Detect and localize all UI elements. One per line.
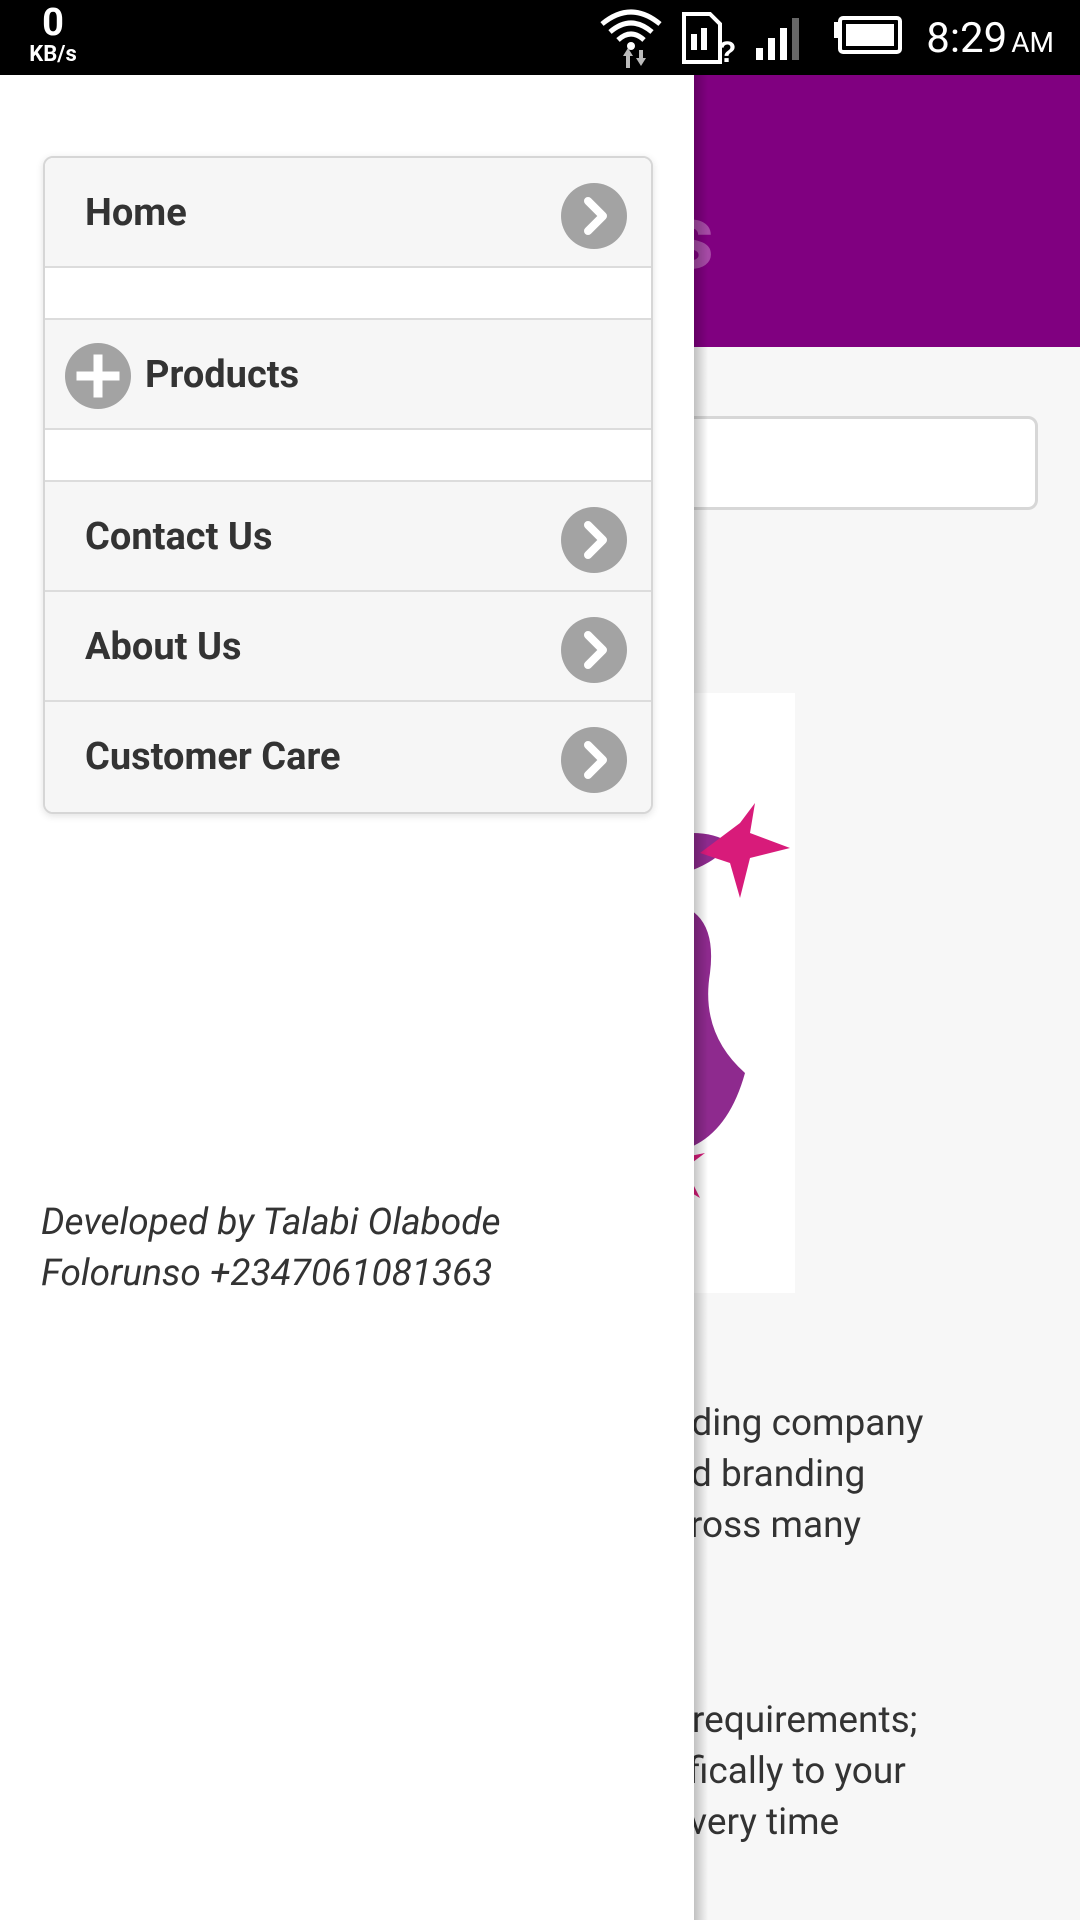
menu-item-products[interactable]: Products (45, 320, 651, 430)
menu-item-label: Products (145, 353, 300, 397)
menu-item-home[interactable]: Home (45, 158, 651, 268)
network-speed-value: 0 (42, 1, 64, 45)
menu-item-label: Contact Us (85, 515, 273, 559)
menu-item-label: Home (85, 191, 187, 235)
menu-item-customer-care[interactable]: Customer Care (45, 702, 651, 812)
menu-item-about-us[interactable]: About Us (45, 592, 651, 702)
status-bar: 0 KB/s ? 8:29 AM (0, 0, 1080, 75)
wifi-icon (600, 9, 662, 68)
status-time: 8:29 (926, 14, 1008, 63)
chevron-right-icon (561, 727, 627, 793)
drawer-menu: Home Products Contact Us About Us Custom… (43, 156, 653, 814)
chevron-right-icon (561, 617, 627, 683)
menu-item-contact-us[interactable]: Contact Us (45, 482, 651, 592)
network-speed-unit: KB/s (29, 42, 77, 67)
status-clock: 8:29 AM (926, 14, 1054, 63)
sim-unknown-icon: ? (682, 12, 736, 69)
drawer-shadow (694, 75, 708, 1920)
chevron-right-icon (561, 183, 627, 249)
navigation-drawer: Home Products Contact Us About Us Custom… (0, 75, 694, 1920)
developer-credit: Developed by Talabi Olabode Folorunso +2… (41, 1201, 501, 1295)
menu-item-label: Customer Care (85, 735, 341, 779)
chevron-right-icon (561, 507, 627, 573)
svg-text:?: ? (718, 36, 736, 69)
battery-icon (834, 16, 902, 54)
menu-divider (45, 268, 651, 320)
signal-icon (756, 18, 799, 60)
plus-icon (65, 343, 131, 409)
menu-item-label: About Us (85, 625, 242, 669)
network-speed: 0 KB/s (18, 4, 88, 66)
menu-divider (45, 430, 651, 482)
status-ampm: AM (1011, 26, 1054, 59)
